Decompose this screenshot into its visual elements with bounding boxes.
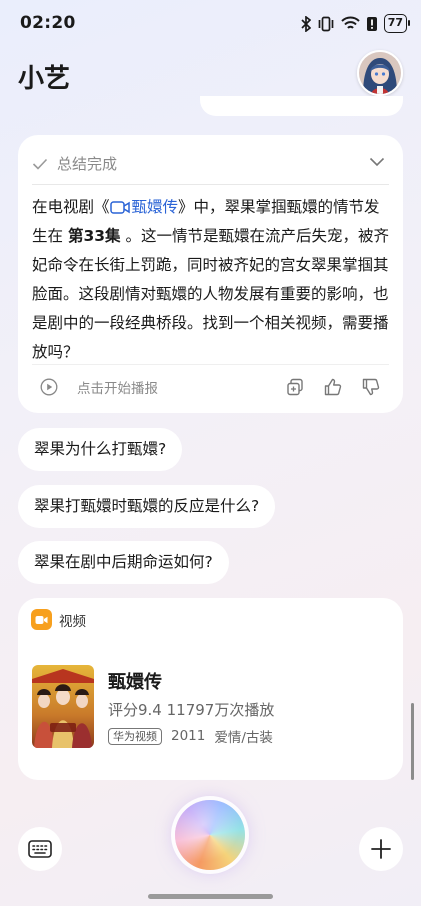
read-aloud-label: 点击开始播报 (77, 381, 158, 397)
video-card[interactable]: 视频 甄嬛传 评分9.4 11797万次播放 华为视频 2011 爱情/古装 (18, 598, 403, 780)
video-camera-icon (31, 609, 52, 630)
suggestion-chip[interactable]: 翠果在剧中后期命运如何? (18, 541, 229, 584)
plus-icon (371, 839, 391, 859)
divider (32, 184, 389, 185)
home-indicator[interactable] (148, 894, 273, 899)
voice-assistant-button[interactable] (175, 800, 245, 870)
copy-icon (287, 378, 303, 396)
page-title: 小艺 (18, 64, 71, 94)
status-bar: 02:20 77 (0, 0, 421, 50)
bluetooth-icon (301, 15, 311, 32)
thumbs-up-button[interactable] (323, 377, 343, 397)
video-tags: 华为视频 2011 爱情/古装 (108, 726, 273, 746)
answer-card: 总结完成 在电视剧《 甄嬛传》中，翠果掌掴甄嬛的情节发生在 第33集 。这一情节是… (18, 135, 403, 413)
vibrate-icon (318, 16, 334, 31)
summary-header[interactable]: 总结完成 (32, 153, 117, 174)
answer-text: 在电视剧《 甄嬛传》中，翠果掌掴甄嬛的情节发生在 第33集 。这一情节是甄嬛在流产… (32, 193, 394, 367)
status-time: 02:20 (20, 13, 76, 33)
keyboard-icon (28, 840, 52, 858)
scrollbar[interactable] (411, 703, 414, 780)
add-button[interactable] (359, 827, 403, 871)
keyboard-button[interactable] (18, 827, 62, 871)
alert-icon (366, 16, 377, 31)
answer-rest: 。这一情节是甄嬛在流产后失宠，被齐妃命令在长街上罚跪，同时被齐妃的宫女翠果掌掴其… (32, 227, 389, 361)
tv-icon (109, 201, 130, 214)
copy-button[interactable] (285, 377, 305, 397)
wifi-icon (340, 16, 360, 29)
play-circle-icon (40, 378, 58, 396)
video-title: 甄嬛传 (108, 672, 162, 693)
answer-prefix: 在电视剧《 (32, 198, 110, 216)
avatar[interactable] (357, 50, 403, 96)
video-poster[interactable] (32, 665, 94, 748)
video-section-label: 视频 (59, 613, 86, 630)
source-badge: 华为视频 (108, 727, 162, 745)
avatar-image (359, 52, 401, 94)
status-icons: 77 (301, 14, 411, 33)
thumbs-down-icon (362, 378, 380, 396)
chevron-down-icon[interactable] (369, 157, 385, 167)
battery-indicator: 77 (383, 14, 411, 33)
poster-image (32, 665, 94, 748)
thumbs-up-icon (324, 378, 342, 396)
drama-link-label: 甄嬛传 (131, 198, 179, 216)
drama-link[interactable]: 甄嬛传 (109, 198, 179, 216)
episode-number: 第33集 (67, 227, 121, 245)
previous-message-bubble (200, 96, 403, 116)
answer-actions (285, 377, 381, 397)
summary-label: 总结完成 (57, 155, 118, 173)
suggestion-chip[interactable]: 翠果打甄嬛时甄嬛的反应是什么? (18, 485, 276, 528)
thumbs-down-button[interactable] (361, 377, 381, 397)
video-genre: 爱情/古装 (214, 730, 273, 746)
check-icon (32, 158, 48, 170)
read-aloud-button[interactable]: 点击开始播报 (40, 377, 158, 397)
video-meta: 评分9.4 11797万次播放 (108, 701, 275, 719)
video-year: 2011 (171, 728, 206, 744)
video-section-header: 视频 (31, 609, 86, 630)
divider (32, 364, 389, 365)
suggestion-chip[interactable]: 翠果为什么打甄嬛? (18, 428, 183, 471)
